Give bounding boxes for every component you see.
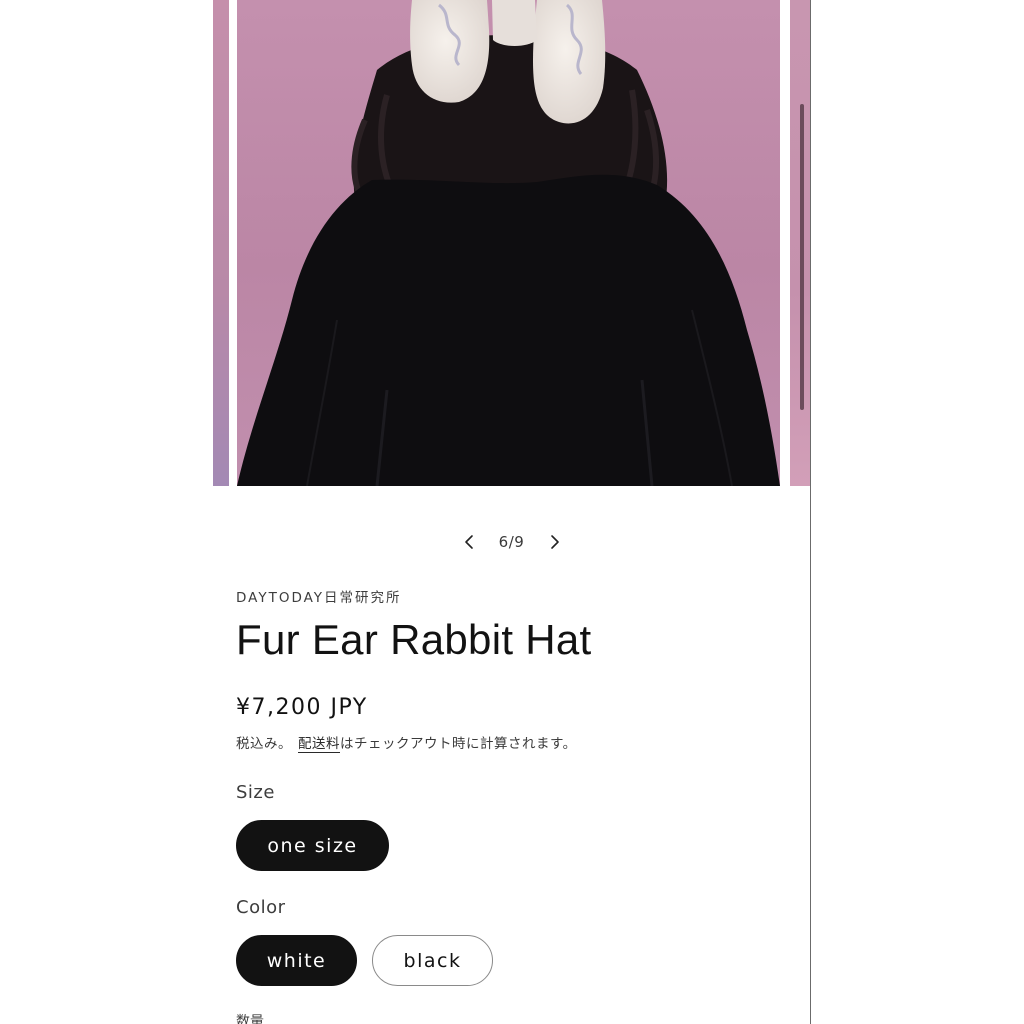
chevron-left-icon <box>464 535 473 549</box>
product-price: ¥7,200 JPY <box>236 695 368 720</box>
previous-slide-peek[interactable] <box>213 0 229 486</box>
previous-slide-button[interactable] <box>447 524 491 560</box>
tax-note-suffix: はチェックアウト時に計算されます。 <box>340 736 577 752</box>
quantity-label: 数量 <box>236 1014 264 1024</box>
tax-note: 税込み。 配送料はチェックアウト時に計算されます。 <box>236 734 796 754</box>
color-option-white[interactable]: white <box>236 935 357 986</box>
product-photo-illustration <box>237 0 780 486</box>
product-info: DAYTODAY日常研究所 Fur Ear Rabbit Hat ¥7,200 … <box>236 588 796 1024</box>
color-options: white black <box>236 935 796 986</box>
chevron-right-icon <box>550 535 559 549</box>
slide-counter: 6/9 <box>498 533 525 551</box>
color-option-label: Color <box>236 897 286 918</box>
size-option-label: Size <box>236 782 275 803</box>
product-media-slider[interactable] <box>213 0 810 486</box>
page: 6/9 DAYTODAY日常研究所 Fur Ear Rabbit Hat ¥7,… <box>0 0 1024 1024</box>
next-slide-button[interactable] <box>533 524 577 560</box>
product-title: Fur Ear Rabbit Hat <box>236 616 592 663</box>
product-column: 6/9 DAYTODAY日常研究所 Fur Ear Rabbit Hat ¥7,… <box>213 0 811 1024</box>
slider-controls: 6/9 <box>213 524 810 560</box>
size-options: one size <box>236 820 796 871</box>
shipping-policy-link[interactable]: 配送料 <box>298 736 340 752</box>
size-option-one-size[interactable]: one size <box>236 820 389 871</box>
tax-note-prefix: 税込み。 <box>236 736 292 752</box>
product-image[interactable] <box>237 0 780 486</box>
color-option-black[interactable]: black <box>372 935 493 986</box>
product-vendor: DAYTODAY日常研究所 <box>236 590 402 606</box>
slider-scrollbar[interactable] <box>800 104 804 410</box>
